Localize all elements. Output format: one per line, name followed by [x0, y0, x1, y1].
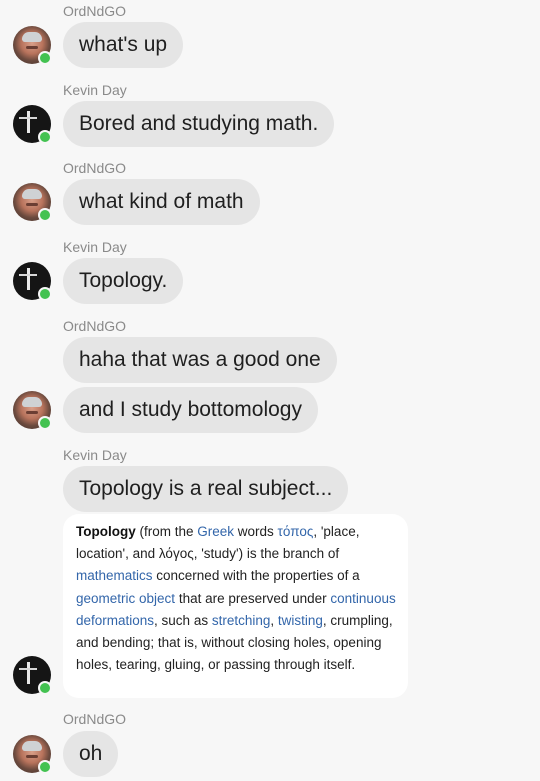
wiki-text: ,: [270, 612, 278, 628]
wiki-link[interactable]: stretching: [212, 613, 271, 628]
wiki-text: concerned with the properties of a: [152, 568, 360, 584]
message-bubble[interactable]: Topology.: [63, 258, 184, 304]
avatar-kevin-day[interactable]: [13, 105, 52, 144]
online-dot-icon: [38, 287, 52, 301]
wiki-text: that are preserved under: [175, 590, 331, 606]
wikipedia-excerpt-card[interactable]: Topology (from the Greek words τόπος, 'p…: [63, 514, 408, 698]
wiki-link[interactable]: mathematics: [76, 568, 153, 583]
message-bubble[interactable]: what's up: [63, 22, 184, 68]
wiki-link[interactable]: τόπος: [278, 524, 314, 539]
online-dot-icon: [38, 208, 52, 222]
avatar-ordndgo[interactable]: [13, 735, 52, 774]
message-bubble[interactable]: oh: [63, 731, 119, 777]
sender-name: OrdNdGO: [63, 3, 127, 19]
sender-name: Kevin Day: [63, 239, 127, 255]
avatar-ordndgo[interactable]: [13, 391, 52, 430]
wiki-link[interactable]: geometric object: [76, 591, 175, 606]
message-bubble[interactable]: what kind of math: [63, 179, 260, 225]
sender-name: Kevin Day: [63, 447, 127, 463]
online-dot-icon: [38, 130, 52, 144]
avatar-ordndgo[interactable]: [13, 183, 52, 222]
sender-name: OrdNdGO: [63, 318, 127, 334]
wiki-term: Topology: [76, 524, 136, 539]
avatar-ordndgo[interactable]: [13, 26, 52, 65]
message-bubble[interactable]: Bored and studying math.: [63, 101, 335, 147]
online-dot-icon: [38, 760, 52, 774]
online-dot-icon: [38, 681, 52, 695]
online-dot-icon: [38, 51, 52, 65]
message-bubble[interactable]: and I study bottomology: [63, 387, 318, 433]
wiki-text: words: [234, 524, 278, 539]
sender-name: OrdNdGO: [63, 160, 127, 176]
sender-name: OrdNdGO: [63, 711, 127, 727]
sender-name: Kevin Day: [63, 82, 127, 98]
online-dot-icon: [38, 416, 52, 430]
message-bubble[interactable]: haha that was a good one: [63, 337, 337, 383]
wiki-link[interactable]: Greek: [197, 524, 234, 539]
avatar-kevin-day[interactable]: [13, 656, 52, 695]
wiki-link[interactable]: twisting: [278, 613, 323, 628]
avatar-kevin-day[interactable]: [13, 262, 52, 301]
wiki-text: , such as: [154, 612, 212, 628]
wiki-text: (from the: [135, 524, 198, 539]
message-bubble[interactable]: Topology is a real subject...: [63, 466, 349, 512]
